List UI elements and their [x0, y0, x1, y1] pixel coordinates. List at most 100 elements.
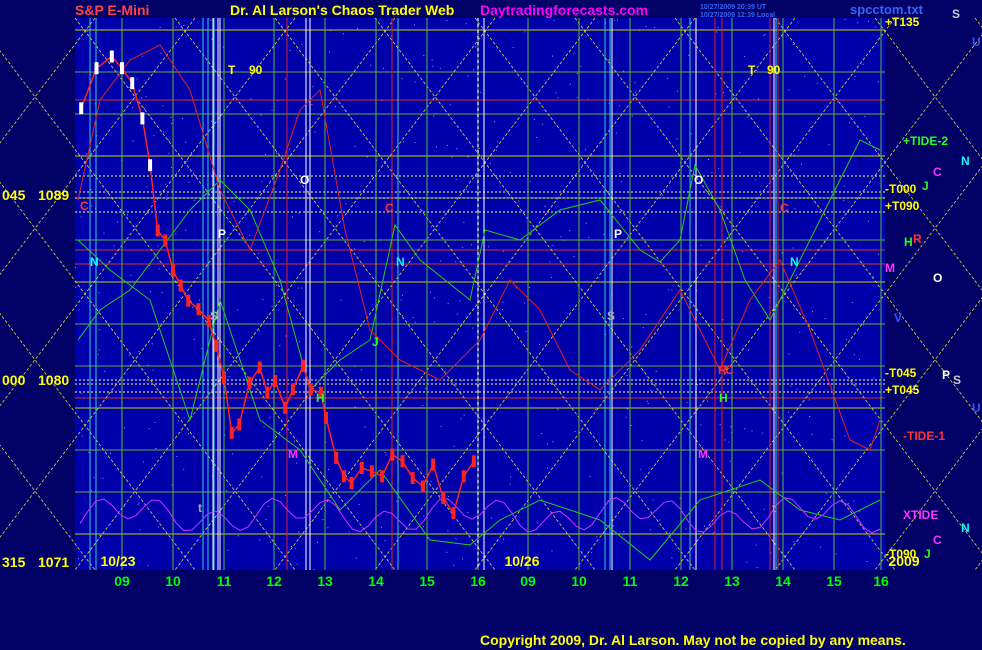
chart-annotation-label: O [694, 173, 703, 187]
star-dot [292, 216, 293, 218]
star-dot [168, 139, 170, 141]
star-dot [279, 345, 281, 347]
star-dot [449, 104, 451, 106]
x-hour-label: 12 [266, 573, 282, 589]
star-dot [401, 78, 403, 80]
star-dot [704, 525, 705, 527]
star-dot [237, 535, 239, 537]
star-dot [512, 518, 514, 520]
star-dot [354, 406, 356, 408]
star-dot [744, 55, 745, 57]
star-dot [553, 19, 555, 21]
star-dot [403, 141, 404, 143]
star-dot [262, 299, 264, 301]
star-dot [314, 131, 316, 133]
price-bar [301, 359, 306, 372]
star-dot [155, 448, 157, 449]
star-dot [148, 428, 150, 429]
star-dot [456, 148, 458, 150]
price-bar [163, 234, 168, 247]
y-angle-label: 045 [2, 187, 26, 203]
star-dot [228, 376, 230, 378]
star-dot [729, 460, 731, 462]
star-dot [594, 409, 596, 411]
y-price-label: 1080 [38, 372, 69, 388]
star-dot [110, 452, 111, 454]
star-dot [859, 511, 861, 513]
star-dot [852, 302, 854, 303]
star-dot [635, 91, 636, 93]
y-angle-label: 315 [2, 554, 26, 570]
star-dot [103, 232, 105, 234]
star-dot [589, 475, 591, 477]
star-dot [809, 460, 811, 461]
star-dot [550, 276, 552, 278]
star-dot [163, 131, 165, 133]
star-dot [355, 557, 357, 559]
star-dot [90, 205, 92, 207]
price-bar [237, 418, 242, 431]
star-dot [296, 563, 298, 565]
star-dot [843, 185, 845, 187]
star-dot [138, 350, 140, 352]
price-bar [420, 480, 425, 493]
star-dot [75, 286, 77, 288]
star-dot [580, 65, 582, 67]
star-dot [459, 300, 461, 302]
star-dot [80, 392, 82, 394]
star-dot [412, 317, 414, 319]
star-dot [809, 416, 811, 417]
right-axis-label: +T135 [885, 15, 920, 29]
star-dot [357, 28, 358, 30]
star-dot [440, 425, 442, 427]
star-dot [875, 26, 877, 28]
right-axis-label: -T045 [885, 366, 917, 380]
star-dot [327, 527, 329, 529]
star-dot [181, 409, 183, 411]
star-dot [90, 189, 92, 190]
chart-title: Dr. Al Larson's Chaos Trader Web [230, 2, 454, 18]
planet-label: S [952, 7, 960, 21]
star-dot [161, 292, 163, 293]
star-dot [461, 380, 463, 382]
star-dot [224, 434, 226, 436]
star-dot [233, 201, 235, 203]
star-dot [80, 216, 82, 218]
star-dot [573, 256, 575, 258]
star-dot [97, 354, 99, 356]
star-dot [866, 561, 868, 562]
star-dot [758, 98, 759, 100]
star-dot [258, 330, 260, 332]
star-dot [557, 408, 559, 410]
star-dot [751, 430, 753, 432]
star-dot [652, 499, 654, 501]
chart-annotation-label: t [198, 501, 202, 515]
star-dot [810, 126, 812, 128]
chart-annotation-label: O [300, 173, 309, 187]
star-dot [576, 96, 578, 98]
star-dot [183, 25, 185, 26]
star-dot [755, 544, 757, 546]
star-dot [157, 245, 159, 247]
x-hour-label: 10 [571, 573, 587, 589]
star-dot [414, 142, 416, 144]
star-dot [237, 309, 239, 311]
star-dot [311, 104, 313, 106]
star-dot [654, 27, 656, 29]
price-bar [380, 470, 385, 483]
x-hour-label: 13 [317, 573, 333, 589]
right-axis-label: XTIDE [903, 508, 938, 522]
star-dot [261, 181, 263, 183]
star-dot [808, 399, 810, 401]
star-dot [645, 314, 647, 315]
star-dot [193, 338, 195, 340]
star-dot [130, 274, 132, 276]
price-bar [171, 264, 175, 277]
star-dot [329, 51, 330, 53]
x-hour-label: 15 [419, 573, 435, 589]
star-dot [422, 526, 424, 528]
site-link[interactable]: Daytradingforecasts.com [480, 2, 648, 18]
star-dot [475, 46, 477, 48]
star-dot [384, 540, 386, 542]
star-dot [650, 390, 652, 391]
